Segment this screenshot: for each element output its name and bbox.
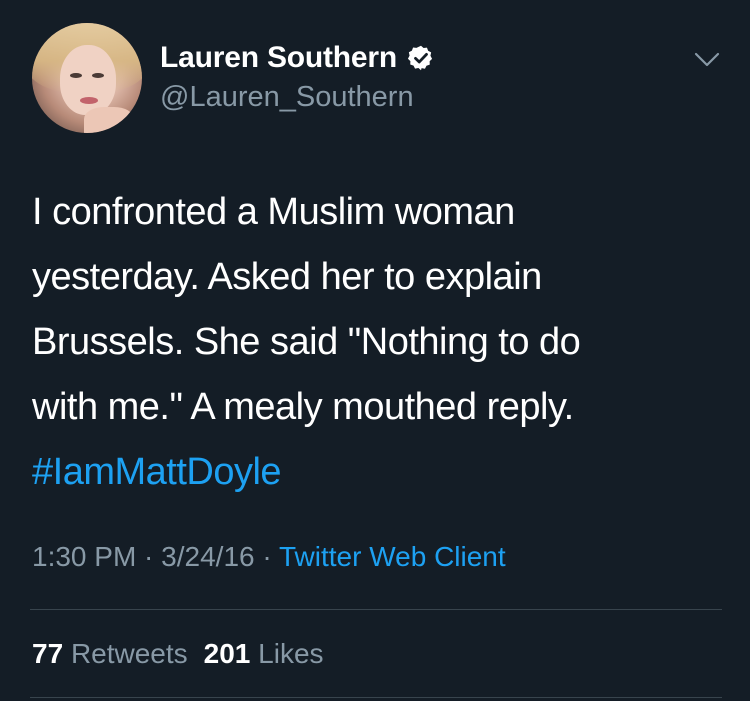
- tweet-text: I confronted a Muslim woman yesterday. A…: [32, 180, 732, 505]
- display-name[interactable]: Lauren Southern: [160, 40, 397, 76]
- likes-stat[interactable]: 201 Likes: [204, 638, 324, 669]
- tweet-text-line: I confronted a Muslim woman: [32, 191, 515, 233]
- tweet-stats: 77 Retweets 201 Likes: [32, 634, 324, 674]
- hashtag-link[interactable]: #IamMattDoyle: [32, 440, 732, 505]
- tweet-source-link[interactable]: Twitter Web Client: [279, 541, 506, 572]
- retweets-label: Retweets: [70, 638, 188, 669]
- tweet-metadata: 1:30 PM · 3/24/16 · Twitter Web Client: [32, 537, 506, 577]
- tweet-detail: Lauren Southern @Lauren_Southern I confr…: [0, 0, 750, 701]
- avatar-lips: [80, 97, 98, 104]
- avatar[interactable]: [32, 23, 142, 133]
- likes-count: 201: [203, 638, 251, 669]
- likes-label: Likes: [258, 638, 324, 669]
- verified-badge-icon: [407, 45, 433, 71]
- retweets-count: 77: [32, 638, 64, 669]
- meta-separator: ·: [136, 541, 162, 572]
- name-row: Lauren Southern: [160, 40, 435, 76]
- user-handle[interactable]: @Lauren_Southern: [160, 80, 414, 114]
- avatar-eye-left: [70, 73, 82, 78]
- avatar-face: [60, 45, 116, 115]
- chevron-down-icon[interactable]: [694, 52, 720, 68]
- tweet-text-line: Brussels. She said "Nothing to do: [32, 321, 581, 363]
- divider: [30, 697, 722, 698]
- divider: [30, 609, 722, 610]
- avatar-eye-right: [92, 73, 104, 78]
- tweet-text-line: with me." A mealy mouthed reply.: [32, 386, 574, 428]
- tweet-time: 1:30 PM: [32, 541, 137, 572]
- meta-separator: ·: [254, 541, 279, 572]
- tweet-date: 3/24/16: [161, 541, 255, 572]
- tweet-text-line: yesterday. Asked her to explain: [32, 256, 542, 298]
- retweets-stat[interactable]: 77 Retweets: [32, 638, 188, 669]
- avatar-hand: [84, 107, 134, 133]
